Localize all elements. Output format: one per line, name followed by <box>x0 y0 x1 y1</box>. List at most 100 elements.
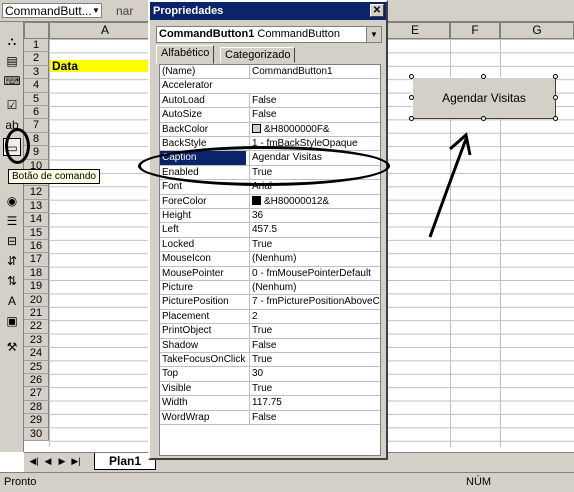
agendar-visitas-button[interactable]: Agendar Visitas <box>412 77 556 119</box>
property-value[interactable]: (Nenhum) <box>249 252 379 267</box>
properties-icon[interactable]: ▤ <box>3 52 21 70</box>
column-header-f[interactable]: F <box>450 22 500 39</box>
property-value[interactable]: True <box>249 324 379 339</box>
property-row-height[interactable]: Height 36 <box>160 209 380 224</box>
property-row-printobject[interactable]: PrintObject True <box>160 324 380 339</box>
property-value[interactable]: &H80000012& <box>249 194 379 209</box>
row-header-18[interactable]: 18 <box>24 266 49 281</box>
column-header-a[interactable]: A <box>49 22 161 39</box>
property-row-width[interactable]: Width 117.75 <box>160 396 380 411</box>
property-value[interactable]: CommandButton1 <box>249 65 379 79</box>
object-selector[interactable]: CommandButton1 CommandButton ▼ <box>156 26 382 43</box>
first-sheet-icon[interactable]: ◀| <box>28 456 40 467</box>
row-header-22[interactable]: 22 <box>24 320 49 334</box>
property-row-left[interactable]: Left 457.5 <box>160 223 380 238</box>
resize-handle[interactable] <box>553 116 558 121</box>
tab-alfabetico[interactable]: Alfabético <box>156 45 215 64</box>
row-header-4[interactable]: 4 <box>24 79 49 93</box>
property-row-mousepointer[interactable]: MousePointer 0 - fmMousePointerDefault <box>160 266 380 281</box>
row-header-5[interactable]: 5 <box>24 92 49 106</box>
property-value[interactable]: 0 - fmMousePointerDefault <box>249 266 379 281</box>
listbox-icon[interactable]: ☰ <box>3 212 21 230</box>
property-value[interactable]: 7 - fmPicturePositionAboveCen <box>249 295 379 310</box>
property-value[interactable]: &H8000000F& <box>249 122 379 137</box>
spin-button-icon[interactable]: ⇅ <box>3 272 21 290</box>
property-row-visible[interactable]: Visible True <box>160 381 380 397</box>
row-header-21[interactable]: 21 <box>24 307 49 321</box>
property-row-mouseicon[interactable]: MouseIcon (Nenhum) <box>160 252 380 267</box>
property-row-locked[interactable]: Locked True <box>160 237 380 253</box>
properties-grid[interactable]: (Name) CommandButton1 Accelerator AutoLoad F… <box>159 64 381 456</box>
property-row-name[interactable]: (Name) CommandButton1 <box>160 65 380 80</box>
resize-handle[interactable] <box>553 74 558 79</box>
property-row-wordwrap[interactable]: WordWrap False <box>160 410 380 425</box>
close-icon[interactable]: ✕ <box>370 4 384 17</box>
tab-categorizado[interactable]: Categorizado <box>220 47 296 63</box>
column-header-e[interactable]: E <box>380 22 450 39</box>
property-row-forecolor[interactable]: ForeColor &H80000012& <box>160 194 380 209</box>
property-value[interactable]: False <box>249 93 379 108</box>
resize-handle[interactable] <box>481 116 486 121</box>
row-header-27[interactable]: 27 <box>24 387 49 401</box>
row-header-30[interactable]: 30 <box>24 427 49 441</box>
name-box[interactable]: CommandButt... <box>2 3 102 18</box>
property-row-top[interactable]: Top 30 <box>160 367 380 382</box>
label-icon[interactable]: A <box>3 292 21 310</box>
property-value[interactable]: 457.5 <box>249 223 379 238</box>
row-header-24[interactable]: 24 <box>24 347 49 361</box>
image-icon[interactable]: ▣ <box>3 312 21 330</box>
option-button-icon[interactable]: ◉ <box>3 192 21 210</box>
row-header-25[interactable]: 25 <box>24 360 49 374</box>
checkbox-icon[interactable]: ☑ <box>3 96 21 114</box>
resize-handle[interactable] <box>553 95 558 100</box>
chevron-down-icon[interactable]: ▼ <box>366 27 381 42</box>
property-value[interactable]: (Nenhum) <box>249 281 379 295</box>
row-header-13[interactable]: 13 <box>24 199 49 214</box>
property-value[interactable]: 30 <box>249 367 379 382</box>
column-header-g[interactable]: G <box>500 22 574 39</box>
property-row-autosize[interactable]: AutoSize False <box>160 108 380 123</box>
row-header-28[interactable]: 28 <box>24 400 49 415</box>
properties-title[interactable]: Propriedades ✕ <box>150 2 386 20</box>
property-value[interactable]: True <box>249 353 379 367</box>
property-value[interactable]: True <box>249 381 379 396</box>
property-row-shadow[interactable]: Shadow False <box>160 338 380 353</box>
row-header-15[interactable]: 15 <box>24 226 49 240</box>
property-row-placement[interactable]: Placement 2 <box>160 309 380 325</box>
more-controls-icon[interactable]: ⚒ <box>3 338 21 356</box>
property-value[interactable]: False <box>249 338 379 353</box>
property-row-autoload[interactable]: AutoLoad False <box>160 93 380 109</box>
row-header-14[interactable]: 14 <box>24 213 49 227</box>
property-value[interactable]: 2 <box>249 309 379 324</box>
next-sheet-icon[interactable]: ▶ <box>56 456 68 467</box>
sheet-tab-plan1[interactable]: Plan1 <box>94 453 156 470</box>
row-header-17[interactable]: 17 <box>24 253 49 267</box>
row-header-12[interactable]: 12 <box>24 186 49 200</box>
prev-sheet-icon[interactable]: ◀ <box>42 456 54 467</box>
property-row-pictureposition[interactable]: PicturePosition 7 - fmPicturePositionAbov… <box>160 295 380 310</box>
row-header-19[interactable]: 19 <box>24 280 49 294</box>
row-header-1[interactable]: 1 <box>24 39 49 53</box>
resize-handle[interactable] <box>481 74 486 79</box>
row-header-6[interactable]: 6 <box>24 106 49 120</box>
property-row-backcolor[interactable]: BackColor &H8000000F& <box>160 122 380 137</box>
row-header-20[interactable]: 20 <box>24 293 49 307</box>
property-value[interactable]: 36 <box>249 209 379 223</box>
row-header-3[interactable]: 3 <box>24 65 49 80</box>
row-header-16[interactable]: 16 <box>24 240 49 254</box>
row-header-26[interactable]: 26 <box>24 374 49 388</box>
property-value[interactable]: True <box>249 237 379 252</box>
combobox-icon[interactable]: ⊟ <box>3 232 21 250</box>
property-value[interactable]: False <box>249 108 379 123</box>
design-mode-icon[interactable]: ⛬ <box>3 32 21 50</box>
name-box-dropdown-icon[interactable]: ▼ <box>90 3 102 18</box>
property-value[interactable]: 117.75 <box>249 396 379 411</box>
resize-handle[interactable] <box>409 116 414 121</box>
resize-handle[interactable] <box>409 74 414 79</box>
property-row-takefocusonclick[interactable]: TakeFocusOnClick True <box>160 353 380 368</box>
property-value[interactable]: False <box>249 410 379 425</box>
row-header-2[interactable]: 2 <box>24 52 49 66</box>
select-all-corner[interactable] <box>24 22 49 39</box>
last-sheet-icon[interactable]: ▶| <box>70 456 82 467</box>
row-header-7[interactable]: 7 <box>24 119 49 133</box>
